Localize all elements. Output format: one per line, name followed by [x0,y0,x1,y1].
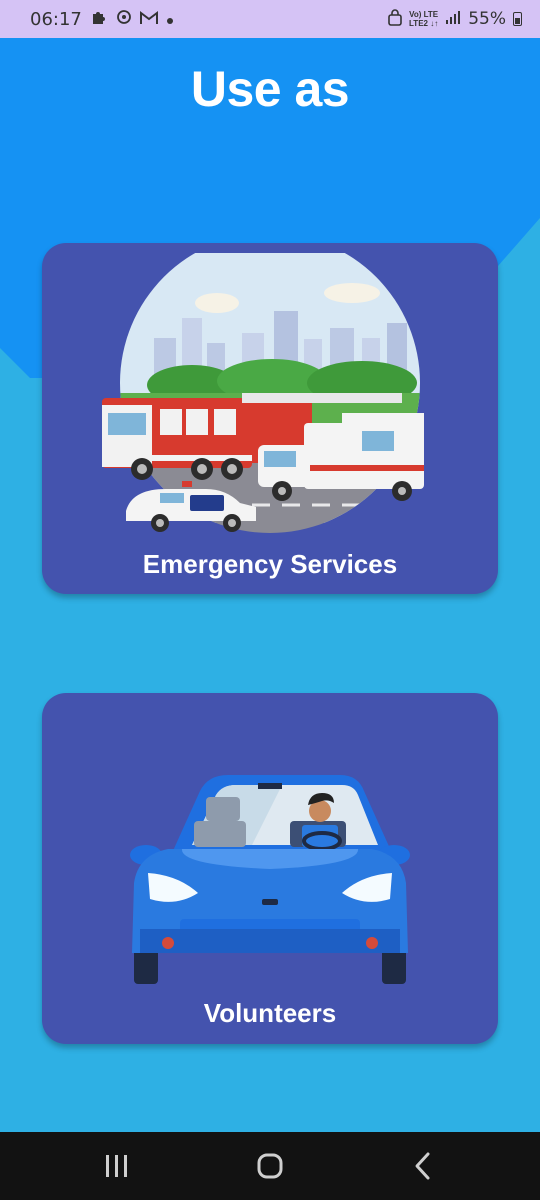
status-time: 06:17 [30,8,82,30]
battery-percentage: 55% [468,9,506,29]
signal-icon [445,9,461,30]
network-bottom-label: LTE2 ↓↑ [409,19,439,28]
recents-button[interactable] [87,1144,147,1188]
back-icon [415,1152,430,1180]
status-bar: 06:17 Vo) LTE LTE2 ↓↑ 55% [0,0,540,38]
battery-icon [513,12,522,26]
emergency-services-card[interactable]: Emergency Services [42,243,498,594]
main-content: Use as Emergency Services Volunteers [0,38,540,1132]
emergency-vehicles-illustration [102,253,424,533]
home-button[interactable] [240,1144,300,1188]
emergency-services-label: Emergency Services [142,549,398,579]
volunteers-label: Volunteers [203,998,337,1028]
back-button[interactable] [393,1144,453,1188]
puzzle-icon [90,8,108,31]
navigation-bar [0,1132,540,1200]
gmail-icon [139,9,158,30]
car-driver-illustration [130,775,410,984]
lock-icon [388,8,402,31]
sync-icon [116,9,132,30]
dot-icon [166,9,174,30]
home-icon [257,1153,283,1179]
network-type: Vo) LTE LTE2 ↓↑ [409,10,438,28]
volunteers-card[interactable]: Volunteers [42,693,498,1044]
recents-icon [105,1155,127,1177]
network-top-label: Vo) LTE [409,10,439,19]
page-title: Use as [190,61,350,117]
